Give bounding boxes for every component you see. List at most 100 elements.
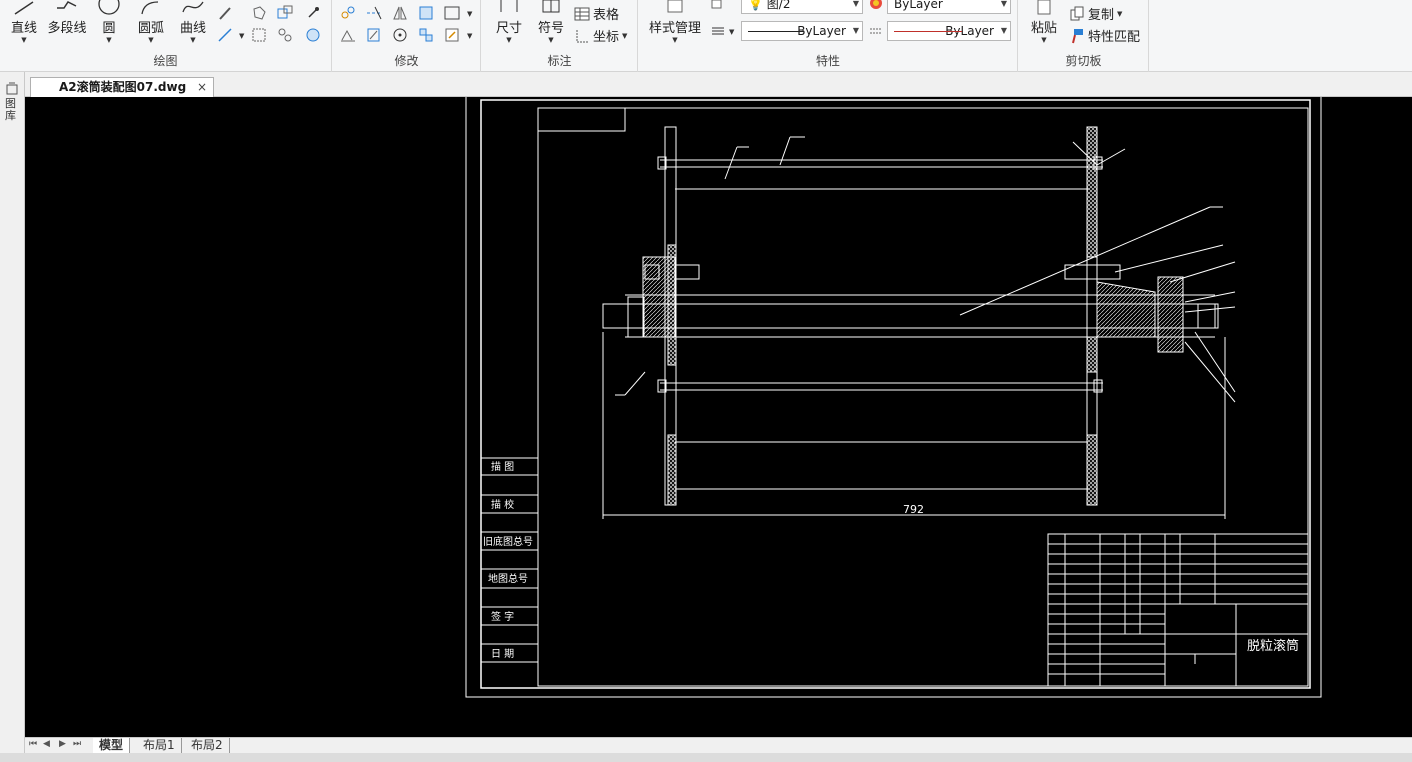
first-layout-icon[interactable]: ⏮ <box>29 739 37 749</box>
annotate-group: 尺寸 ▼ 符号 ▼ 表格 坐标 ▼ 标注 <box>482 0 638 72</box>
sheet-inner-border <box>480 99 1311 689</box>
hatch-icon[interactable] <box>250 4 268 22</box>
table-icon <box>574 7 590 20</box>
color-wheel-icon[interactable] <box>867 0 885 12</box>
library-tab[interactable]: 图库 <box>5 98 19 122</box>
array-icon[interactable] <box>417 26 435 44</box>
ribbon: 直线 ▼ 多段线 圆 ▼ 圆弧 ▼ 曲线 ▼ ▼ 绘图 ▼ ▼ 修改 尺寸 ▼ … <box>0 0 1412 72</box>
prev-layout-icon[interactable]: ◀ <box>43 739 50 749</box>
next-layout-icon[interactable]: ▶ <box>59 739 66 749</box>
linetype-dropdown-icon[interactable]: ▼ <box>853 22 859 40</box>
left-table-label: 旧底图总号 <box>483 535 533 548</box>
symbol-button[interactable]: 符号 ▼ <box>534 0 568 44</box>
left-table-label: 地图总号 <box>488 572 528 585</box>
layout-tab-1[interactable]: 布局1 <box>137 738 182 753</box>
circle-button[interactable]: 圆 ▼ <box>96 0 122 44</box>
circle-icon <box>98 0 120 15</box>
dimension-button[interactable]: 尺寸 ▼ <box>492 0 526 44</box>
symbol-dropdown-icon[interactable]: ▼ <box>534 36 568 44</box>
arc-dropdown-icon[interactable]: ▼ <box>134 36 168 44</box>
polyline-icon <box>57 1 77 9</box>
move-icon[interactable] <box>339 4 357 22</box>
layer-select[interactable]: 💡 图/2 ▼ <box>741 0 863 14</box>
draw-more-dropdown-icon[interactable]: ▼ <box>239 32 244 40</box>
pencil-icon[interactable] <box>216 4 234 22</box>
style-manager-button[interactable]: 样式管理 ▼ <box>645 0 705 44</box>
lineweight-dropdown-icon[interactable]: ▼ <box>729 28 734 36</box>
left-revision-table <box>481 457 538 663</box>
color-dropdown-icon[interactable]: ▼ <box>1001 0 1007 13</box>
modify-more2-dropdown-icon[interactable]: ▼ <box>467 32 472 40</box>
revcloud-icon[interactable] <box>276 26 294 44</box>
dimension-dropdown-icon[interactable]: ▼ <box>492 36 526 44</box>
circle-dropdown-icon[interactable]: ▼ <box>96 36 122 44</box>
match-properties-button[interactable]: 特性匹配 <box>1069 26 1140 45</box>
copy-button[interactable]: 复制 ▼ <box>1069 4 1122 23</box>
stretch-icon[interactable] <box>417 4 435 22</box>
copy-icon <box>1070 6 1084 20</box>
coordinate-button[interactable]: 坐标 ▼ <box>574 26 627 45</box>
coordinate-dropdown-icon[interactable]: ▼ <box>622 32 627 40</box>
trim-icon[interactable] <box>365 4 383 22</box>
lineweight-value-dropdown-icon[interactable]: ▼ <box>1001 22 1007 40</box>
left-table-label: 签 字 <box>491 610 514 623</box>
paste-dropdown-icon[interactable]: ▼ <box>1027 36 1061 44</box>
scale-icon[interactable] <box>365 26 383 44</box>
layer-properties-icon[interactable] <box>709 0 727 14</box>
symbol-icon <box>542 0 560 13</box>
copy-dropdown-icon[interactable]: ▼ <box>1117 10 1122 18</box>
copy-objects-icon[interactable] <box>339 26 357 44</box>
linepattern-icon[interactable] <box>867 22 885 40</box>
dimension-icon <box>500 0 518 12</box>
color-select[interactable]: ByLayer ▼ <box>887 0 1011 14</box>
status-bar <box>0 753 1412 762</box>
clipboard-icon <box>1037 0 1051 15</box>
arc-button[interactable]: 圆弧 ▼ <box>134 0 168 44</box>
mirror-icon[interactable] <box>391 4 409 22</box>
curve-icon <box>182 1 204 13</box>
modify-more-dropdown-icon[interactable]: ▼ <box>467 10 472 18</box>
style-manager-dropdown-icon[interactable]: ▼ <box>645 36 705 44</box>
leader-lines <box>615 136 1236 403</box>
linetype-sample <box>748 31 804 32</box>
construction-line-icon[interactable] <box>216 26 234 44</box>
fillet-icon[interactable] <box>443 26 461 44</box>
rotate-icon[interactable] <box>391 26 409 44</box>
layout-tab-model[interactable]: 模型 <box>93 738 131 753</box>
wipeout-icon[interactable] <box>304 26 322 44</box>
paste-button[interactable]: 粘贴 ▼ <box>1027 0 1061 44</box>
arc-icon <box>141 1 159 15</box>
table-button[interactable]: 表格 <box>574 4 619 23</box>
document-tab-bar: A2滚筒装配图07.dwg × <box>0 72 1412 97</box>
bulb-icon: 💡 <box>748 0 763 11</box>
last-layout-icon[interactable]: ⏭ <box>73 739 81 749</box>
library-icon[interactable] <box>5 82 19 96</box>
style-manager-icon <box>667 0 683 13</box>
close-tab-icon[interactable]: × <box>197 78 207 96</box>
layout-tab-2[interactable]: 布局2 <box>185 738 230 753</box>
lineweight-select[interactable]: ByLayer ▼ <box>887 21 1011 41</box>
polyline-button[interactable]: 多段线 <box>46 0 88 36</box>
layer-dropdown-icon[interactable]: ▼ <box>853 0 859 13</box>
curve-button[interactable]: 曲线 ▼ <box>176 0 210 44</box>
document-tab[interactable]: A2滚筒装配图07.dwg × <box>30 77 214 97</box>
rectangle-icon[interactable] <box>443 4 461 22</box>
line-icon <box>14 1 34 15</box>
boundary-icon[interactable] <box>250 26 268 44</box>
left-table-label: 日 期 <box>491 648 514 660</box>
line-button[interactable]: 直线 ▼ <box>8 0 40 44</box>
modify-group: ▼ ▼ 修改 <box>333 0 481 72</box>
clipboard-group: 粘贴 ▼ 复制 ▼ 特性匹配 剪切板 <box>1019 0 1149 72</box>
left-table-label: 描 校 <box>491 498 514 511</box>
sheet-outer-border <box>465 97 1322 698</box>
region-icon[interactable] <box>276 4 294 22</box>
lineweight-icon[interactable] <box>709 22 727 40</box>
match-properties-icon <box>1072 28 1083 43</box>
coordinate-icon <box>576 29 588 42</box>
linetype-select[interactable]: ByLayer ▼ <box>741 21 863 41</box>
drawing-canvas[interactable]: 792 脱粒滚筒 描 图 描 校 旧底图总号 地图总号 签 字 日 期 <box>25 97 1412 737</box>
side-panel: 图库 <box>0 72 25 762</box>
curve-dropdown-icon[interactable]: ▼ <box>176 36 210 44</box>
line-dropdown-icon[interactable]: ▼ <box>8 36 40 44</box>
point-icon[interactable] <box>304 4 322 22</box>
